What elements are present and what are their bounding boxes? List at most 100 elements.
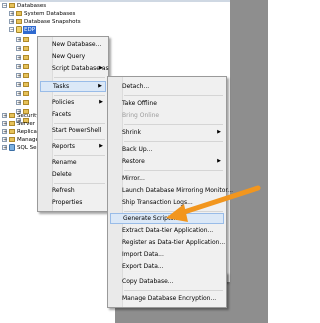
submenu-item-mirror[interactable]: Mirror...: [110, 173, 224, 184]
menu-item-label: Reports: [52, 143, 76, 150]
menu-item-label: Mirror...: [122, 175, 145, 182]
submenu-arrow-icon: ▶: [99, 65, 103, 71]
submenu-item-copy-database[interactable]: Copy Database...: [110, 276, 224, 287]
menu-item-label: Facets: [52, 111, 72, 118]
folder-icon: [9, 121, 15, 126]
menu-separator: [124, 211, 223, 212]
menu-item-label: Generate Scripts...: [123, 215, 180, 222]
menu-item-label: New Query: [52, 53, 86, 60]
folder-icon: [9, 137, 15, 142]
menu-item-label: Start PowerShell: [52, 127, 102, 134]
expand-icon[interactable]: +: [16, 82, 21, 88]
tree-node-system-databases[interactable]: + System Databases: [0, 10, 75, 18]
tree-node-label: SQL Ser: [17, 145, 39, 151]
submenu-item-export-data[interactable]: Export Data...: [110, 261, 224, 272]
menu-item-label: Register as Data-tier Application...: [122, 239, 226, 246]
submenu-item-detach[interactable]: Detach...: [110, 81, 224, 92]
menu-separator: [124, 141, 223, 142]
tree-node-label: EDP: [23, 26, 37, 34]
menu-item-label: Restore: [122, 158, 145, 165]
folder-icon: [9, 3, 15, 8]
expand-icon[interactable]: +: [2, 137, 7, 143]
menu-item-new-query[interactable]: New Query: [40, 51, 106, 62]
expand-icon[interactable]: +: [2, 113, 7, 119]
expand-icon[interactable]: +: [16, 55, 21, 61]
tree-node-label: Manage: [17, 137, 39, 143]
folder-icon: [23, 73, 29, 78]
object-explorer-tree-lower: + Security + Server + Replicat + Manage …: [0, 112, 40, 152]
folder-icon: [23, 100, 29, 105]
tree-node-replication[interactable]: + Replicat: [0, 128, 40, 136]
menu-item-refresh[interactable]: Refresh: [40, 185, 106, 196]
tree-node-label: System Databases: [24, 11, 76, 17]
tree-node-databases[interactable]: − Databases: [0, 2, 60, 10]
tree-node-label: Databases: [17, 3, 47, 9]
menu-item-facets[interactable]: Facets: [40, 109, 106, 120]
menu-item-script-database-as[interactable]: Script Database as ▶: [40, 63, 109, 74]
tree-node-label: Server: [17, 121, 36, 127]
menu-item-label: Properties: [52, 199, 83, 206]
submenu-arrow-icon: ▶: [217, 158, 221, 164]
menu-item-policies[interactable]: Policies ▶: [40, 97, 106, 108]
menu-item-label: Import Data...: [122, 251, 164, 258]
menu-separator: [124, 95, 223, 96]
submenu-item-manage-encryption[interactable]: Manage Database Encryption...: [110, 293, 224, 304]
expand-icon[interactable]: +: [2, 121, 7, 127]
expand-icon[interactable]: +: [2, 129, 7, 135]
expand-icon[interactable]: +: [16, 91, 21, 97]
submenu-item-ship-transaction-logs[interactable]: Ship Transaction Logs...: [110, 197, 224, 208]
tasks-submenu-tail: Copy Database... Manage Database Encrypt…: [107, 272, 227, 308]
expand-icon[interactable]: +: [16, 73, 21, 79]
tree-node-sql-server-agent[interactable]: + SQL Ser: [0, 144, 40, 152]
submenu-item-extract-data-tier-application[interactable]: Extract Data-tier Application...: [110, 225, 224, 236]
menu-item-label: Rename: [52, 159, 77, 166]
tree-node-management[interactable]: + Manage: [0, 136, 40, 144]
folder-icon: [23, 55, 29, 60]
agent-icon: [9, 144, 15, 151]
expand-icon[interactable]: +: [16, 64, 21, 70]
menu-separator: [54, 139, 105, 140]
tree-node-security[interactable]: + Security: [0, 112, 40, 120]
menu-separator: [54, 183, 105, 184]
menu-item-label: Manage Database Encryption...: [122, 295, 217, 302]
submenu-item-back-up[interactable]: Back Up...: [110, 144, 224, 155]
submenu-item-take-offline[interactable]: Take Offline: [110, 98, 224, 109]
submenu-item-bring-online: Bring Online: [110, 110, 224, 121]
menu-item-delete[interactable]: Delete: [40, 169, 106, 180]
menu-item-properties[interactable]: Properties: [40, 197, 106, 208]
tree-node-server-objects[interactable]: + Server: [0, 120, 40, 128]
menu-item-tasks[interactable]: Tasks ▶: [40, 81, 106, 92]
menu-item-new-database[interactable]: New Database...: [40, 39, 106, 50]
menu-item-label: Copy Database...: [122, 278, 174, 285]
expand-icon[interactable]: +: [9, 19, 14, 25]
submenu-item-register-data-tier-application[interactable]: Register as Data-tier Application...: [110, 237, 226, 248]
tree-node-label: Replicat: [17, 129, 40, 135]
collapse-icon[interactable]: −: [2, 3, 7, 9]
submenu-item-generate-scripts[interactable]: Generate Scripts...: [110, 213, 224, 224]
collapse-icon[interactable]: −: [9, 27, 14, 33]
menu-item-label: Export Data...: [122, 263, 164, 270]
expand-icon[interactable]: +: [16, 46, 21, 52]
menu-separator: [124, 170, 223, 171]
submenu-item-shrink[interactable]: Shrink ▶: [110, 127, 224, 138]
menu-separator: [54, 95, 105, 96]
folder-icon: [9, 129, 15, 134]
menu-item-label: New Database...: [52, 41, 102, 48]
tree-node-label: Database Snapshots: [24, 19, 81, 25]
submenu-item-launch-mirroring-monitor[interactable]: Launch Database Mirroring Monitor...: [110, 185, 233, 196]
menu-item-reports[interactable]: Reports ▶: [40, 141, 106, 152]
expand-icon[interactable]: +: [16, 37, 21, 43]
menu-item-rename[interactable]: Rename: [40, 157, 106, 168]
folder-icon: [23, 64, 29, 69]
expand-icon[interactable]: +: [16, 100, 21, 106]
tree-node-database-snapshots[interactable]: + Database Snapshots: [0, 18, 81, 26]
menu-separator: [124, 124, 223, 125]
menu-item-start-powershell[interactable]: Start PowerShell: [40, 125, 106, 136]
expand-icon[interactable]: +: [2, 145, 7, 151]
expand-icon[interactable]: +: [9, 11, 14, 17]
submenu-item-restore[interactable]: Restore ▶: [110, 156, 224, 167]
database-context-menu: New Database... New Query Script Databas…: [37, 36, 109, 212]
menu-item-label: Policies: [52, 99, 75, 106]
tree-node-selected-database[interactable]: − EDP: [0, 26, 60, 34]
submenu-item-import-data[interactable]: Import Data...: [110, 249, 224, 260]
